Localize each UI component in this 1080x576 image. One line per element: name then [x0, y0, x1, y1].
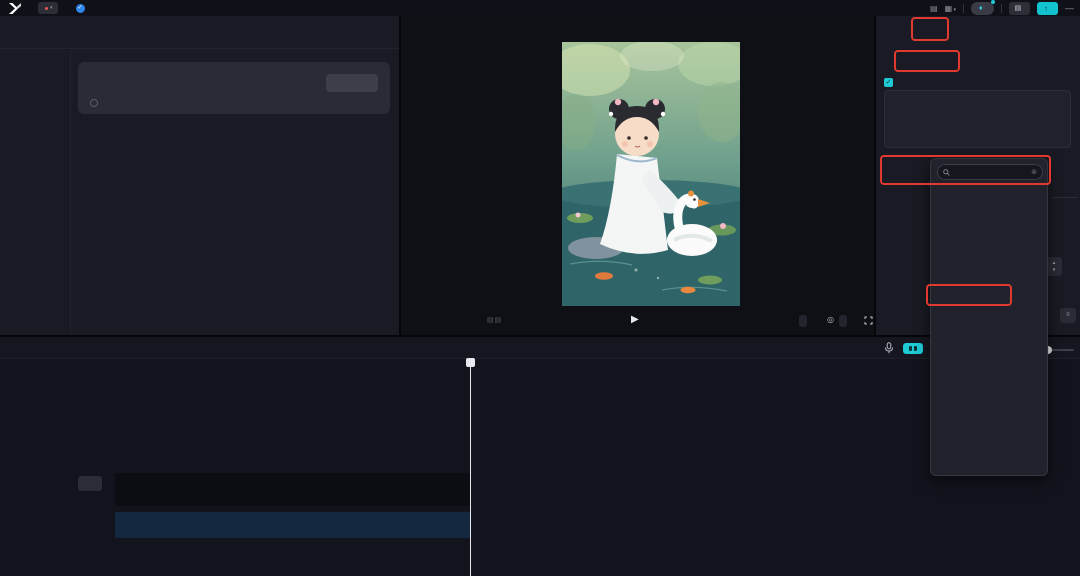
focus-icon[interactable]: ◎	[827, 315, 834, 324]
svip-notification-dot	[991, 0, 995, 4]
app-window: ▾ ✓ ▤ ▦ ▾ ♦ ▤ ↑ —	[0, 0, 1080, 576]
timeline-panel	[0, 337, 1080, 576]
text-content-input[interactable]	[884, 90, 1071, 148]
letter-spacing-stepper[interactable]: ▲▼	[1046, 257, 1062, 276]
divider	[1001, 4, 1002, 13]
divider	[1052, 197, 1078, 198]
clear-subtitles-option[interactable]	[90, 99, 102, 107]
review-icon: ▤	[1015, 4, 1022, 12]
apply-all-option[interactable]: ✓	[884, 78, 897, 87]
layout-grid-icon[interactable]: ▦ ▾	[945, 4, 956, 13]
video-thumbnails[interactable]	[115, 473, 471, 506]
fullscreen-icon[interactable]	[864, 316, 873, 325]
playhead-line[interactable]	[470, 358, 471, 576]
chevron-down-icon: ▾	[50, 5, 53, 11]
alignment-button[interactable]: ≡	[1060, 308, 1076, 323]
frame-view-icons[interactable]: ▤▤	[487, 316, 502, 324]
player-panel: ▤▤ ▶ ◎	[401, 16, 874, 335]
microphone-icon[interactable]	[884, 342, 894, 354]
ratio-button[interactable]	[839, 315, 847, 327]
ribbon-tabs	[0, 16, 399, 49]
diamond-icon: ♦	[979, 5, 983, 12]
layout-panel-icon[interactable]: ▤	[930, 4, 938, 13]
app-logo	[8, 3, 26, 14]
video-clip-labels[interactable]	[115, 464, 471, 473]
audio-waveform	[115, 517, 471, 537]
text-sidebar	[0, 50, 71, 335]
audio-clip[interactable]	[115, 512, 471, 538]
doc-match-card	[78, 62, 390, 114]
export-icon: ↑	[1044, 4, 1048, 13]
menu-button[interactable]: ▾	[38, 2, 58, 14]
annotation-font-field	[880, 155, 1051, 185]
left-panel	[0, 16, 399, 335]
cover-button[interactable]	[78, 476, 102, 491]
play-button[interactable]: ▶	[631, 314, 639, 325]
timeline-ruler[interactable]	[0, 359, 1080, 372]
preview-canvas[interactable]	[562, 42, 740, 306]
svip-button[interactable]: ♦	[971, 2, 994, 15]
logo-icon	[8, 3, 22, 14]
divider	[963, 4, 964, 13]
minimize-button[interactable]: —	[1065, 3, 1074, 13]
marker-toggle[interactable]	[903, 343, 923, 354]
font-dropdown: ⊗	[930, 158, 1048, 476]
start-using-button[interactable]	[326, 74, 378, 92]
autosave-status: ✓	[76, 4, 89, 13]
player-controls: ▤▤ ▶ ◎	[401, 313, 874, 331]
radio-icon	[90, 99, 98, 107]
menu-notification-dot	[45, 7, 48, 10]
review-button[interactable]: ▤	[1009, 2, 1031, 15]
export-button[interactable]: ↑	[1037, 2, 1058, 15]
preview-image	[562, 42, 740, 306]
top-bar: ▾ ✓ ▤ ▦ ▾ ♦ ▤ ↑ —	[0, 0, 1080, 16]
annotation-selected-font	[926, 284, 1012, 306]
quality-button[interactable]	[799, 315, 807, 327]
annotation-basic-subtab	[894, 50, 960, 72]
checkbox-checked-icon: ✓	[884, 78, 893, 87]
cloud-sync-icon: ✓	[76, 4, 85, 13]
annotation-text-tab	[911, 17, 949, 41]
